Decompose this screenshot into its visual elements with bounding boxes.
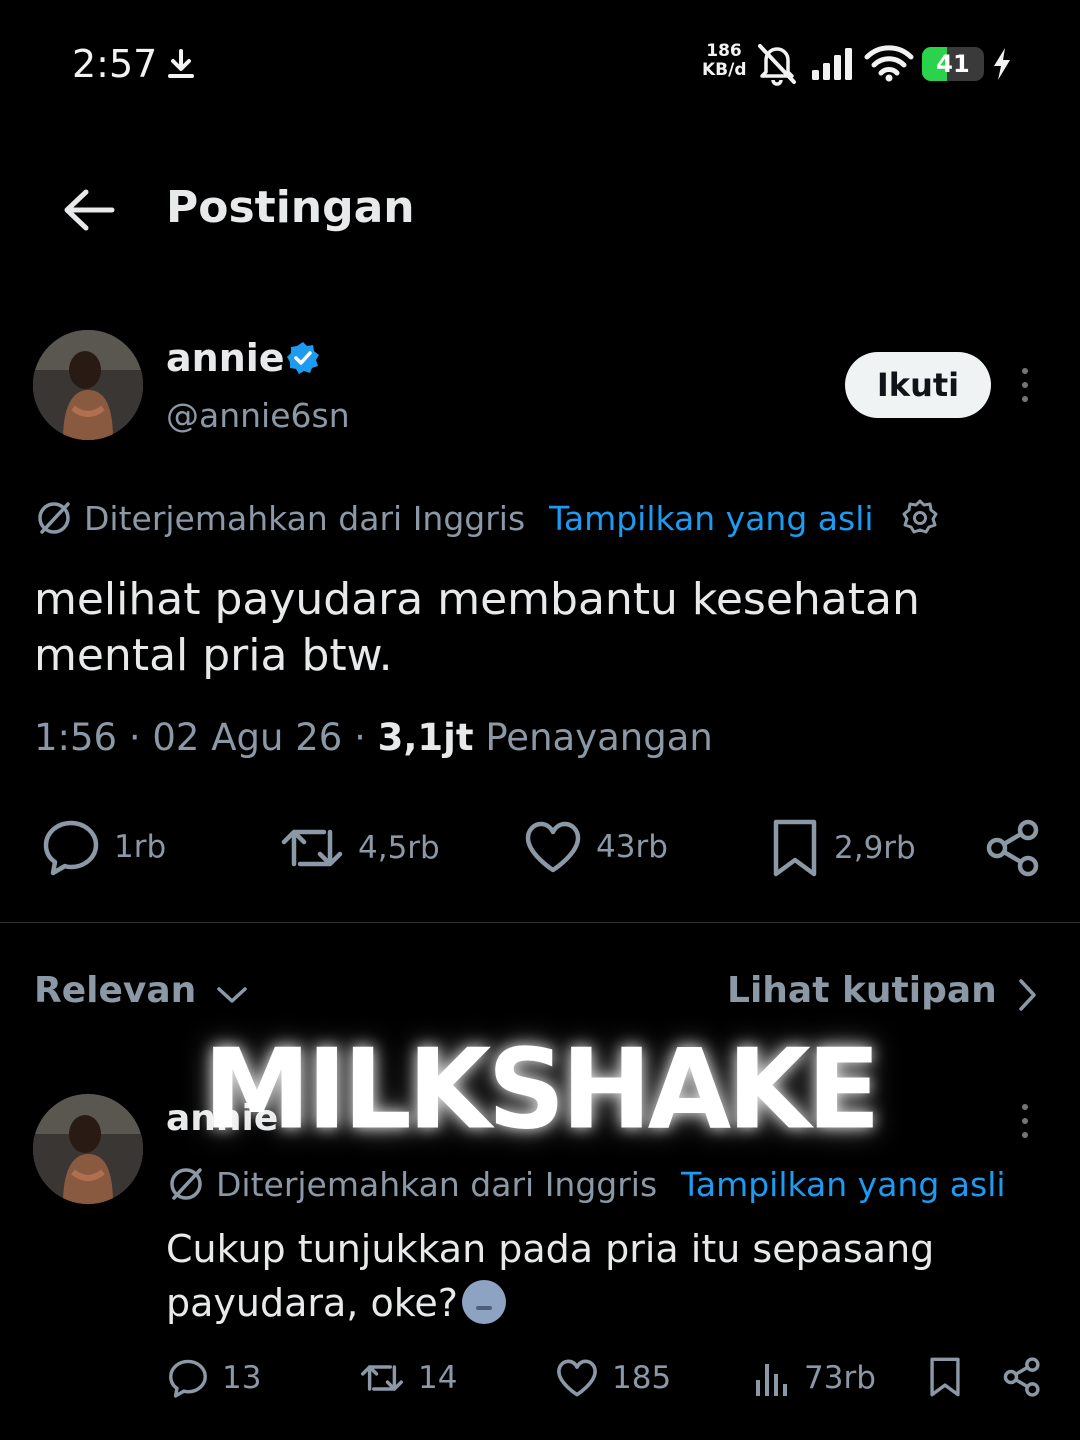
author-name[interactable]: annie: [166, 336, 285, 380]
translated-from-label: Diterjemahkan dari Inggris: [84, 498, 526, 538]
like-button[interactable]: 43rb: [524, 820, 668, 874]
status-time: 2:57: [72, 42, 158, 86]
battery-level: 41: [936, 50, 970, 78]
avatar-photo: [33, 330, 143, 440]
reply-bookmark-button[interactable]: [928, 1356, 962, 1398]
follow-button[interactable]: Ikuti: [845, 352, 991, 418]
repost-count: 4,5rb: [358, 830, 440, 866]
battery-icon: 41: [922, 47, 984, 81]
post-meta: 1:56 · 02 Agu 26 · 3,1jt Penayangan: [34, 716, 713, 759]
reply-icon: [43, 820, 99, 876]
repost-icon: [361, 1365, 403, 1391]
download-icon: [168, 49, 194, 78]
translation-row: Diterjemahkan dari Inggris Tampilkan yan…: [36, 496, 940, 540]
reply-text-block: Cukup tunjukkan pada pria itu sepasang p…: [166, 1222, 1046, 1330]
author-avatar[interactable]: [33, 330, 143, 440]
share-button[interactable]: [984, 818, 1042, 878]
reply-button[interactable]: 1rb: [42, 818, 166, 876]
network-speed: 186 KB/d: [702, 41, 747, 80]
translate-icon: [170, 1168, 202, 1200]
reply-repost-button[interactable]: 14: [360, 1358, 457, 1398]
bookmark-button[interactable]: 2,9rb: [770, 818, 916, 878]
reply-reply-count: 13: [222, 1360, 262, 1396]
reply-views-count: 73rb: [804, 1360, 876, 1396]
author-handle[interactable]: @annie6sn: [166, 396, 350, 435]
repost-icon: [281, 829, 343, 867]
translated-from-label: Diterjemahkan dari Inggris: [216, 1164, 658, 1204]
views-count: 3,1jt: [377, 716, 474, 759]
view-quotes-link[interactable]: Lihat kutipan: [727, 970, 997, 1011]
share-icon: [1003, 1357, 1040, 1397]
share-icon: [986, 819, 1039, 877]
page-title: Postingan: [166, 182, 415, 233]
translate-icon: [38, 502, 70, 534]
status-bar: 2:57 186 KB/d 41: [0, 0, 1080, 130]
gear-icon[interactable]: [900, 498, 940, 538]
show-original-link[interactable]: Tampilkan yang asli: [549, 499, 873, 538]
top-bar: Postingan: [0, 170, 1080, 250]
reply-repost-count: 14: [418, 1360, 458, 1396]
reply-text: Cukup tunjukkan pada pria itu sepasang p…: [166, 1227, 935, 1325]
post-actions: 1rb 4,5rb 43rb 2,9rb: [0, 816, 1080, 882]
reply-icon: [169, 1359, 207, 1398]
like-count: 43rb: [596, 829, 668, 865]
reply-translation-row: Diterjemahkan dari Inggris Tampilkan yan…: [168, 1162, 1006, 1206]
reply-like-count: 185: [612, 1360, 672, 1396]
post-date: 02 Agu 26: [152, 716, 343, 759]
post-time: 1:56: [34, 716, 118, 759]
heart-icon: [557, 1359, 597, 1397]
bookmark-icon: [930, 1357, 960, 1397]
reply-share-button[interactable]: [1002, 1356, 1042, 1398]
meta-separator: ·: [354, 716, 378, 759]
charging-icon: [994, 48, 1010, 80]
post-text: melihat payudara membantu kesehatan ment…: [34, 574, 920, 681]
heart-icon: [525, 821, 581, 873]
more-options-icon[interactable]: [1020, 368, 1030, 408]
sort-dropdown[interactable]: Relevan: [34, 970, 196, 1011]
views-label[interactable]: Penayangan: [485, 716, 713, 759]
repost-button[interactable]: 4,5rb: [280, 820, 440, 876]
moon-emoji-icon: [461, 1280, 506, 1324]
show-original-link[interactable]: Tampilkan yang asli: [681, 1165, 1005, 1204]
back-arrow-icon[interactable]: [62, 188, 116, 232]
meta-separator: ·: [128, 716, 153, 759]
reply-like-button[interactable]: 185: [556, 1358, 671, 1398]
bookmark-count: 2,9rb: [834, 830, 916, 866]
divider: [0, 922, 1080, 923]
analytics-icon: [756, 1364, 787, 1396]
signal-icon: [812, 48, 852, 80]
overlay-caption: MILKSHAKE: [203, 1026, 880, 1155]
bookmark-icon: [773, 819, 817, 877]
chevron-down-icon[interactable]: [216, 984, 248, 1006]
reply-views-button[interactable]: 73rb: [754, 1358, 876, 1398]
reply-reply-button[interactable]: 13: [168, 1358, 261, 1398]
verified-badge-icon: [287, 342, 319, 374]
chevron-right-icon[interactable]: [1016, 978, 1038, 1012]
mute-icon: [758, 44, 796, 86]
wifi-icon: [864, 45, 914, 82]
reply-count: 1rb: [114, 829, 167, 865]
reply-actions: 13 14 185 73rb: [0, 1356, 1080, 1402]
